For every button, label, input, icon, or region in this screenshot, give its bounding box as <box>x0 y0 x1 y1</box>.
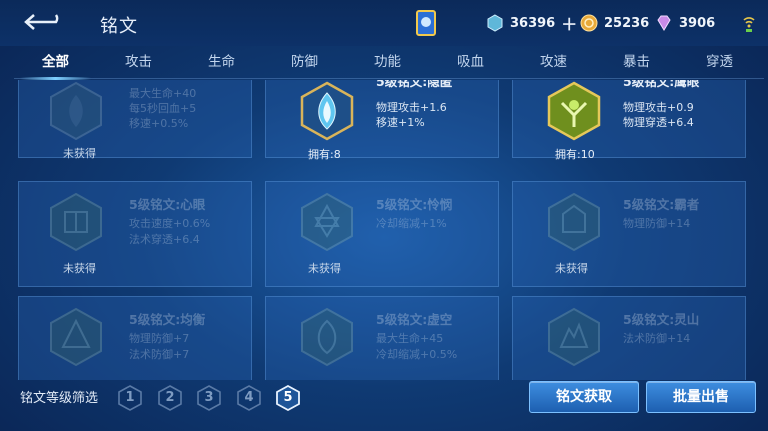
inscription-card[interactable]: 5级铭文:灵山 法术防御+14 <box>512 296 746 380</box>
level-filter-5[interactable]: 5 <box>275 385 301 411</box>
inscription-emblem-icon <box>301 307 353 367</box>
gem-resource: 36396 ＋ <box>486 12 577 34</box>
inscription-stat: 每5秒回血+5 <box>129 102 197 115</box>
not-obtained-label: 未获得 <box>63 147 96 160</box>
inscription-stat: 法术防御+14 <box>623 332 691 345</box>
gold-resource: 25236 <box>580 12 649 34</box>
inscription-stat: 法术防御+7 <box>129 348 190 361</box>
gem-count: 36396 <box>510 15 556 31</box>
top-bar: 铭文 36396 ＋ 25236 3906 <box>0 0 768 46</box>
inscription-emblem-icon <box>50 81 102 141</box>
owned-count: 拥有:10 <box>555 148 595 161</box>
page-title: 铭文 <box>100 16 138 37</box>
tab-health[interactable]: 生命 <box>180 48 263 78</box>
inscription-card[interactable]: 5级铭文:隐匿 物理攻击+1.6 移速+1% 拥有:8 <box>265 80 499 161</box>
not-obtained-label: 未获得 <box>555 262 588 275</box>
inscription-stat: 冷却缩减+1% <box>376 217 447 230</box>
inscription-stat: 物理防御+7 <box>129 332 190 345</box>
inscription-emblem-icon <box>548 307 600 367</box>
inscription-card[interactable]: 5级铭文:鹰眼 物理攻击+0.9 物理穿透+6.4 拥有:10 <box>512 80 746 161</box>
level-filter-4[interactable]: 4 <box>236 385 262 411</box>
inscription-stat: 攻击速度+0.6% <box>129 217 211 230</box>
inscription-emblem-icon <box>50 307 102 367</box>
tab-defense[interactable]: 防御 <box>263 48 346 78</box>
inscription-title: 5级铭文:霸者 <box>623 197 700 212</box>
tab-utility[interactable]: 功能 <box>346 48 429 78</box>
back-arrow-icon[interactable] <box>22 12 64 32</box>
tab-lifesteal[interactable]: 吸血 <box>429 48 512 78</box>
not-obtained-label: 未获得 <box>308 262 341 275</box>
inscription-card[interactable]: 5级铭文:霸者 物理防御+14 未获得 <box>512 181 746 287</box>
inscription-stat: 最大生命+40 <box>129 87 197 100</box>
obtain-inscription-button[interactable]: 铭文获取 <box>529 381 639 413</box>
not-obtained-label: 未获得 <box>63 262 96 275</box>
inscription-emblem-icon <box>547 81 601 141</box>
category-tabs: 全部 攻击 生命 防御 功能 吸血 攻速 暴击 穿透 <box>14 48 764 80</box>
inscription-emblem-icon <box>301 192 353 252</box>
diamond-count: 3906 <box>679 15 716 31</box>
owned-count: 拥有:8 <box>308 148 341 161</box>
bulk-sell-button[interactable]: 批量出售 <box>646 381 756 413</box>
inscription-stat: 法术穿透+6.4 <box>129 233 200 246</box>
level-filter-label: 铭文等级筛选 <box>20 391 99 406</box>
inscription-stat: 最大生命+45 <box>376 332 444 345</box>
tab-attack-speed[interactable]: 攻速 <box>512 48 595 78</box>
inscription-stat: 冷却缩减+0.5% <box>376 348 458 361</box>
tab-critical[interactable]: 暴击 <box>595 48 678 78</box>
inscription-stat: 物理攻击+1.6 <box>376 101 447 114</box>
inscription-stat: 物理穿透+6.4 <box>623 116 694 129</box>
add-gems-button[interactable]: ＋ <box>561 11 577 35</box>
diamond-icon <box>657 15 671 31</box>
inscription-title: 5级铭文:隐匿 <box>376 80 453 89</box>
inscription-stat: 移速+1% <box>376 116 425 129</box>
inscription-card[interactable]: 5级铭文:虚空 最大生命+45 冷却缩减+0.5% <box>265 296 499 380</box>
inscription-stat: 物理攻击+0.9 <box>623 101 694 114</box>
inscription-stat: 移速+0.5% <box>129 117 189 130</box>
gold-count: 25236 <box>604 15 650 31</box>
tab-all[interactable]: 全部 <box>14 48 97 80</box>
level-filter-3[interactable]: 3 <box>196 385 222 411</box>
inscription-title: 5级铭文:心眼 <box>129 197 206 212</box>
tab-attack[interactable]: 攻击 <box>97 48 180 78</box>
inscription-grid: 最大生命+40 每5秒回血+5 移速+0.5% 未获得 5级铭文:隐匿 物理攻击… <box>18 80 750 380</box>
inscription-emblem-icon <box>50 192 102 252</box>
inscription-title: 5级铭文:虚空 <box>376 312 453 327</box>
inscription-card[interactable]: 5级铭文:怜悯 冷却缩减+1% 未获得 <box>265 181 499 287</box>
inscription-stat: 物理防御+14 <box>623 217 691 230</box>
inscription-emblem-icon <box>548 192 600 252</box>
inscription-title: 5级铭文:灵山 <box>623 312 700 327</box>
inscription-title: 5级铭文:怜悯 <box>376 197 453 212</box>
inscription-title: 5级铭文:鹰眼 <box>623 80 700 89</box>
inscription-emblem-icon <box>300 81 354 141</box>
inscription-book-icon[interactable] <box>415 9 437 37</box>
inscription-card[interactable]: 5级铭文:均衡 物理防御+7 法术防御+7 <box>18 296 252 380</box>
tab-penetration[interactable]: 穿透 <box>678 48 761 78</box>
signal-icon <box>743 17 755 32</box>
level-filter-1[interactable]: 1 <box>117 385 143 411</box>
diamond-resource: 3906 <box>655 12 715 34</box>
inscription-title: 5级铭文:均衡 <box>129 312 206 327</box>
inscription-card[interactable]: 5级铭文:心眼 攻击速度+0.6% 法术穿透+6.4 未获得 <box>18 181 252 287</box>
gem-icon <box>487 14 503 32</box>
inscription-card[interactable]: 最大生命+40 每5秒回血+5 移速+0.5% 未获得 <box>18 80 252 160</box>
gold-coin-icon <box>580 14 598 32</box>
level-filter-2[interactable]: 2 <box>157 385 183 411</box>
